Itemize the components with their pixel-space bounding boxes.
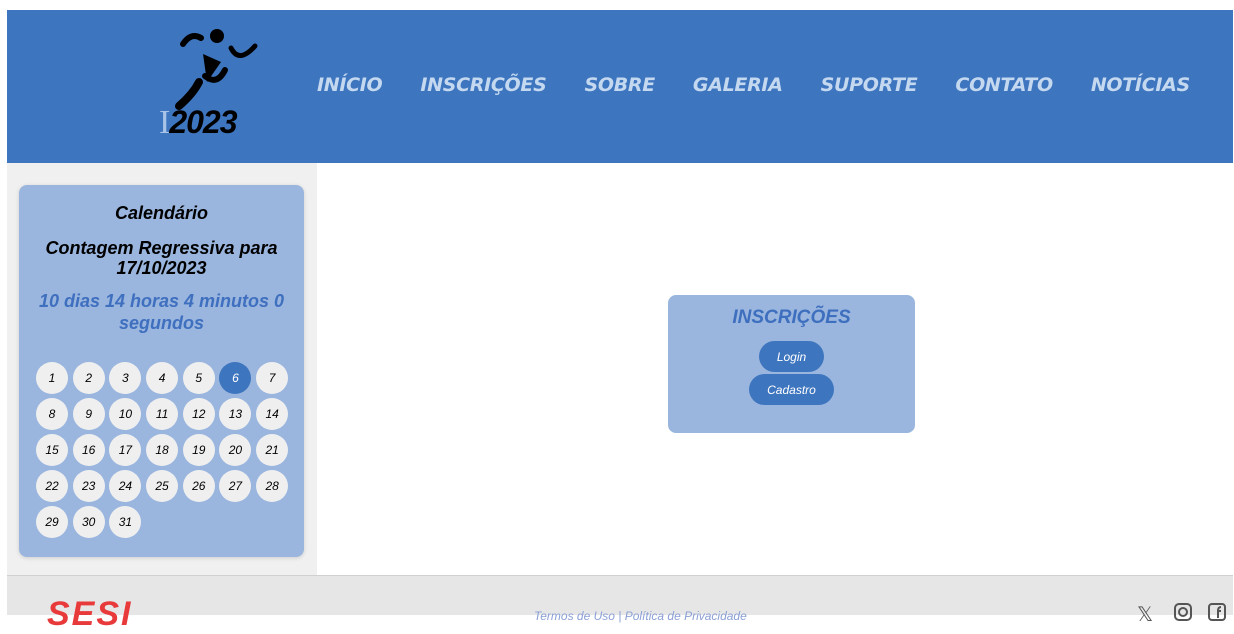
calendar-day[interactable]: 6 — [219, 362, 252, 394]
calendar-day[interactable]: 30 — [72, 506, 105, 538]
calendar-day[interactable]: 17 — [109, 434, 142, 466]
calendar-day[interactable]: 24 — [109, 470, 142, 502]
calendar-days: 1 2 3 4 5 6 7 8 9 10 11 12 13 14 15 16 17 18 19 20 21 22 23 24 2… — [36, 362, 296, 542]
logo-text: I2023 — [159, 104, 238, 141]
calendar-day[interactable]: 5 — [182, 362, 215, 394]
calendar-day[interactable]: 26 — [182, 470, 215, 502]
nav-inicio[interactable]: INÍCIO — [317, 74, 383, 96]
nav-sobre[interactable]: SOBRE — [584, 74, 655, 96]
footer-links[interactable]: Termos de Uso | Política de Privacidade — [534, 609, 747, 623]
calendar-day[interactable]: 2 — [72, 362, 105, 394]
calendar-day[interactable]: 14 — [256, 398, 289, 430]
calendar-day[interactable]: 31 — [109, 506, 142, 538]
login-button[interactable]: Login — [759, 341, 824, 372]
calendar-day[interactable]: 7 — [256, 362, 289, 394]
calendar-day[interactable]: 28 — [256, 470, 289, 502]
calendar-day[interactable]: 15 — [36, 434, 68, 466]
nav-suporte[interactable]: SUPORTE — [821, 74, 918, 96]
calendar-title: Calendário — [114, 203, 209, 223]
calendar-day[interactable]: 4 — [146, 362, 179, 394]
calendar-day[interactable]: 1 — [36, 362, 68, 394]
footer: SESI Termos de Uso | Política de Privaci… — [7, 575, 1233, 633]
facebook-icon[interactable] — [1207, 602, 1227, 628]
calendar-day[interactable]: 22 — [36, 470, 68, 502]
instagram-icon[interactable] — [1173, 602, 1193, 628]
calendar-day[interactable]: 3 — [109, 362, 142, 394]
calendar-day[interactable]: 16 — [72, 434, 105, 466]
calendar-day[interactable]: 12 — [182, 398, 215, 430]
calendar-day[interactable]: 21 — [256, 434, 289, 466]
cadastro-button[interactable]: Cadastro — [749, 374, 834, 405]
header: I2023 INÍCIO INSCRIÇÕES SOBRE GALERIA SU… — [7, 10, 1233, 163]
nav-noticias[interactable]: NOTÍCIAS — [1091, 74, 1190, 96]
calendar-day[interactable]: 10 — [109, 398, 142, 430]
countdown-timer: 10 dias 14 horas 4 minutos 0 segundos — [38, 291, 285, 333]
calendar-day[interactable]: 8 — [36, 398, 68, 430]
calendar-day[interactable]: 20 — [219, 434, 252, 466]
inscricoes-title: INSCRIÇÕES — [732, 307, 851, 328]
calendar-card: Calendário Contagem Regressiva para 17/1… — [19, 185, 304, 557]
calendar-day[interactable]: 11 — [146, 398, 179, 430]
calendar-day[interactable]: 13 — [219, 398, 252, 430]
calendar-day[interactable]: 23 — [72, 470, 105, 502]
calendar-day[interactable]: 18 — [146, 434, 179, 466]
nav-inscricoes[interactable]: INSCRIÇÕES — [420, 74, 546, 96]
logo[interactable]: I2023 — [147, 24, 267, 149]
calendar-day[interactable]: 9 — [72, 398, 105, 430]
calendar-day[interactable]: 29 — [36, 506, 68, 538]
nav-galeria[interactable]: GALERIA — [693, 74, 783, 96]
inscricoes-card: INSCRIÇÕES Login Cadastro — [668, 295, 915, 433]
calendar-day[interactable]: 19 — [182, 434, 215, 466]
countdown-subtitle: Contagem Regressiva para 17/10/2023 — [45, 238, 278, 278]
calendar-day[interactable]: 25 — [146, 470, 179, 502]
main-nav: INÍCIO INSCRIÇÕES SOBRE GALERIA SUPORTE … — [317, 74, 1228, 96]
calendar-day[interactable]: 27 — [219, 470, 252, 502]
nav-contato[interactable]: CONTATO — [955, 74, 1053, 96]
